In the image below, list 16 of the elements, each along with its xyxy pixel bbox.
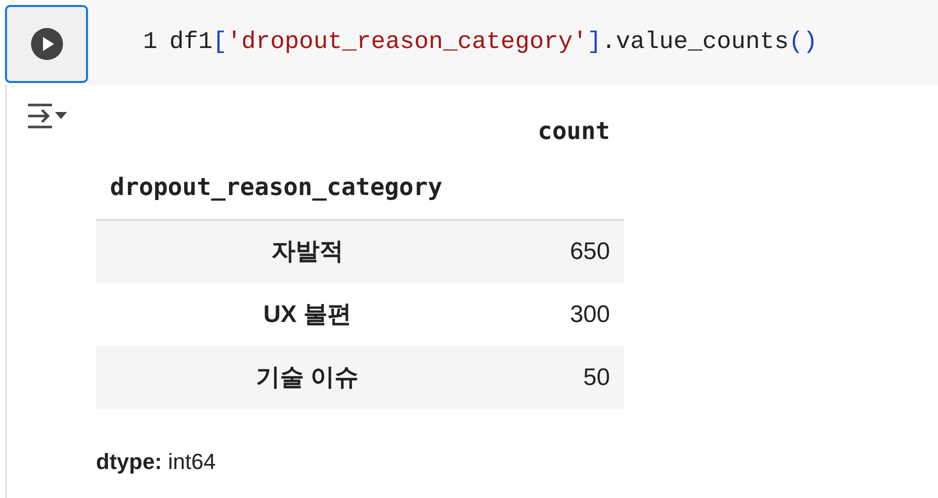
- code-line: df1['dropout_reason_category'].value_counts(): [169, 28, 818, 58]
- play-icon: [30, 28, 62, 60]
- count-value: 650: [570, 238, 610, 265]
- count-value: 50: [583, 364, 610, 390]
- row-label: 기술 이슈: [256, 364, 359, 390]
- dtype-label: dtype:: [96, 448, 162, 476]
- column-header: count: [538, 117, 610, 145]
- output-toggle-icon[interactable]: [26, 101, 70, 131]
- dtype-value: int64: [168, 448, 216, 476]
- index-header: dropout_reason_category: [110, 173, 442, 201]
- row-label: 자발적: [271, 238, 344, 265]
- row-label: UX 불편: [263, 300, 352, 328]
- count-value: 300: [570, 300, 610, 328]
- code-editor[interactable]: 1 df1['dropout_reason_category'].value_counts(): [88, 0, 938, 85]
- line-number: 1: [143, 28, 158, 58]
- run-button[interactable]: [5, 5, 88, 83]
